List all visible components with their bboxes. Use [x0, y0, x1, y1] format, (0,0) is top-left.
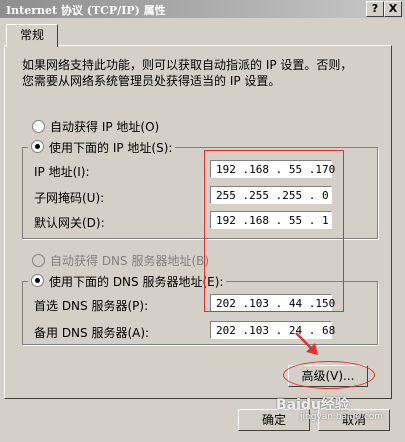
dns-auto-label[interactable]: 自动获得 DNS 服务器地址(B) — [50, 252, 209, 269]
tab-general[interactable]: 常规 — [6, 24, 58, 47]
window-title: Internet 协议 (TCP/IP) 属性 — [6, 4, 166, 17]
dns-auto-radio[interactable] — [32, 254, 45, 267]
title-bar: Internet 协议 (TCP/IP) 属性 ? X — [0, 0, 405, 18]
watermark-url: jingyan.baidu.com — [300, 412, 384, 422]
description-line-1: 如果网络支持此功能，则可以获取自动指派的 IP 设置。否则， — [22, 58, 353, 72]
ip-manual-label[interactable]: 使用下面的 IP 地址(S): — [49, 141, 172, 155]
ip-auto-radio[interactable] — [32, 120, 45, 133]
close-button[interactable]: X — [384, 1, 402, 17]
dns-manual-option[interactable]: 使用下面的 DNS 服务器地址(E): — [28, 273, 227, 289]
annotation-highlight-oval — [283, 361, 375, 389]
ip-address-label: IP 地址(I): — [34, 165, 90, 179]
dns-manual-radio[interactable] — [31, 274, 44, 287]
help-button[interactable]: ? — [366, 1, 384, 17]
ip-manual-radio[interactable] — [31, 140, 44, 153]
alternate-dns-label: 备用 DNS 服务器(A): — [34, 326, 150, 340]
annotation-arrow-icon — [295, 332, 318, 355]
subnet-mask-label: 子网掩码(U): — [34, 191, 105, 205]
annotation-highlight-box — [204, 150, 344, 312]
dns-manual-label[interactable]: 使用下面的 DNS 服务器地址(E): — [49, 275, 223, 289]
preferred-dns-label: 首选 DNS 服务器(P): — [34, 299, 149, 313]
watermark-logo: Baidu经验 — [276, 397, 349, 413]
description-line-2: 您需要从网络系统管理员处获得适当的 IP 设置。 — [22, 74, 281, 88]
default-gateway-label: 默认网关(D): — [34, 216, 105, 230]
ip-auto-label[interactable]: 自动获得 IP 地址(O) — [50, 118, 159, 135]
ip-manual-option[interactable]: 使用下面的 IP 地址(S): — [28, 139, 176, 155]
